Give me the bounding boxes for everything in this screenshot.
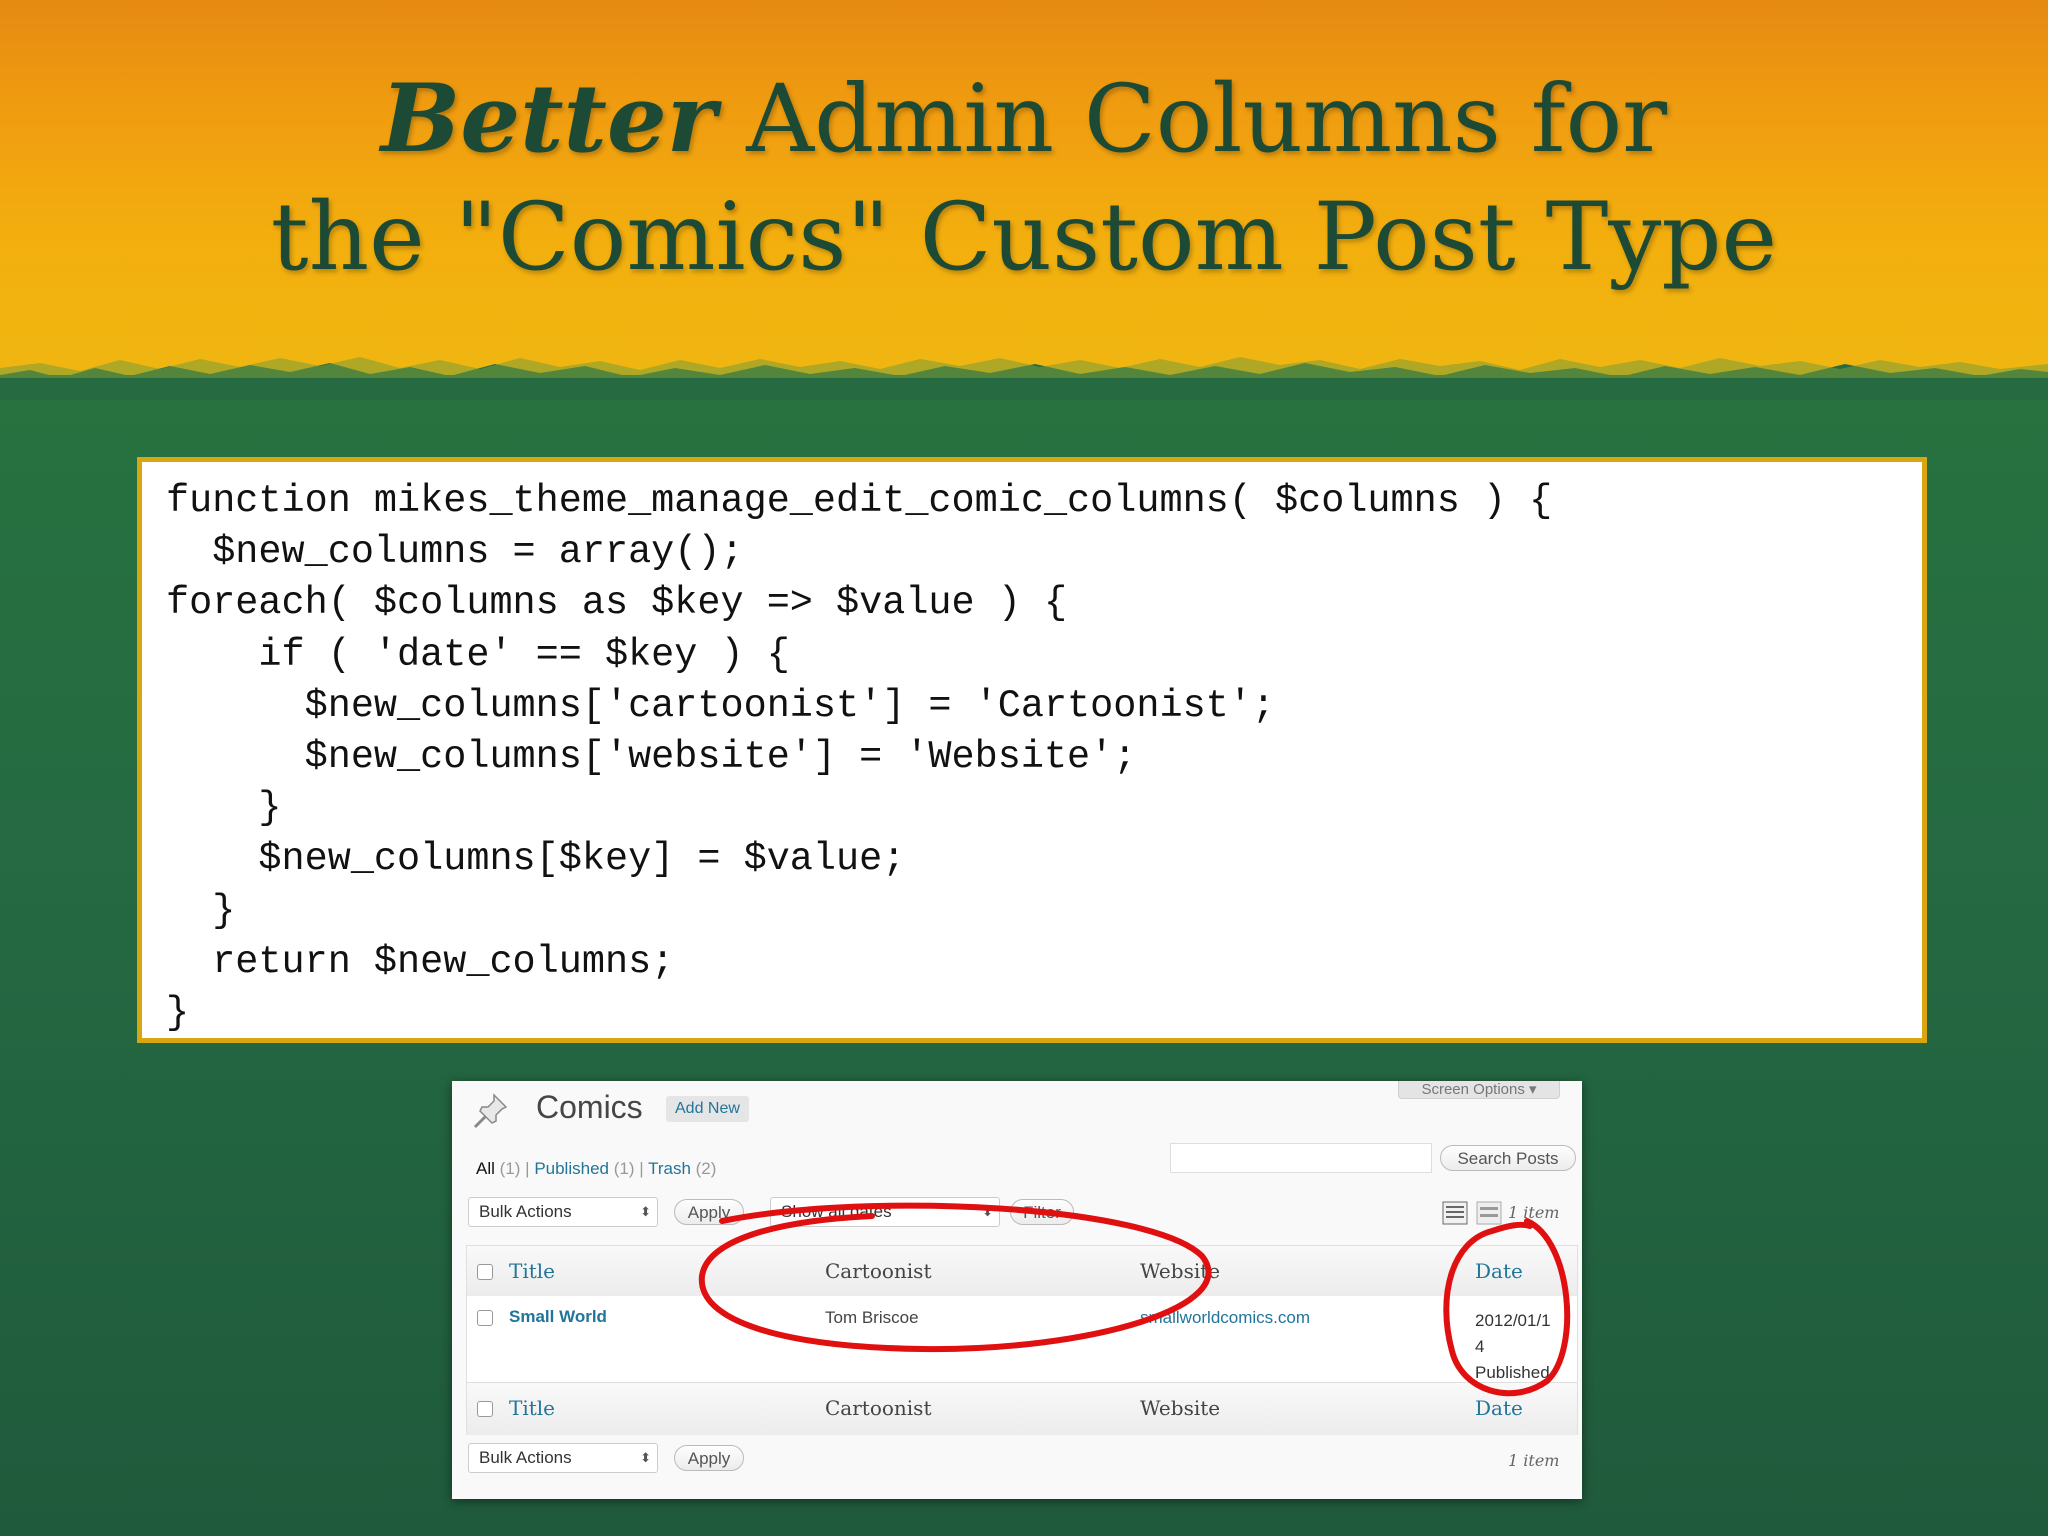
annotation-circle-date [1443,1218,1571,1397]
code-block: function mikes_theme_manage_edit_comic_c… [137,457,1927,1043]
wp-admin-screenshot: Comics Add New Screen Options ▾ All (1) … [452,1081,1582,1499]
slide-title: Better Admin Columns for the "Comics" Cu… [0,60,2048,297]
title-line-1-text: Admin Columns for [716,65,1668,174]
slide: Better Admin Columns for the "Comics" Cu… [0,0,2048,1536]
annotation-circles [698,1202,1571,1397]
torn-paper-edge [0,357,2048,400]
title-emphasis: Better [380,64,717,174]
code-text: function mikes_theme_manage_edit_comic_c… [166,479,1553,1036]
title-line-2: the "Comics" Custom Post Type [270,183,1778,292]
annotation-circle-columns [698,1202,1212,1353]
title-line-1: Better Admin Columns for [0,60,2048,179]
